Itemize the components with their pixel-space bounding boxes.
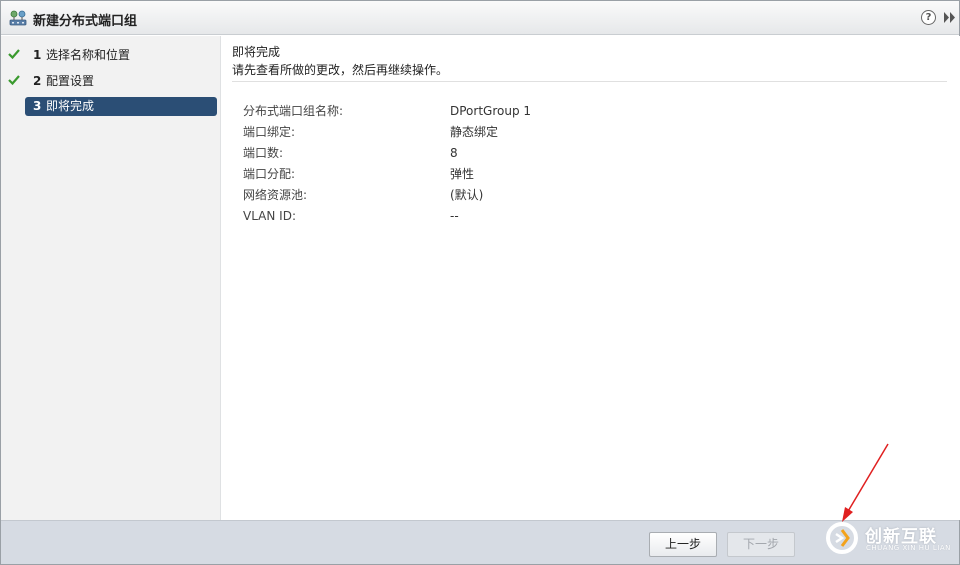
title-bar: 新建分布式端口组 ? (1, 1, 959, 35)
summary-row: 端口分配: 弹性 (243, 164, 843, 184)
wizard-steps-sidebar: 1 选择名称和位置 2 配置设置 3 即将完成 (1, 36, 221, 520)
step-label: 配置设置 (46, 74, 95, 88)
page-subtitle: 请先查看所做的更改，然后再继续操作。 (232, 63, 449, 77)
annotation-arrow-icon (842, 443, 889, 522)
watermark-logo: 创新互联 CHUANG XIN HU LIAN (823, 517, 959, 559)
summary-row: 分布式端口组名称: DPortGroup 1 (243, 101, 843, 121)
summary-value: 弹性 (450, 167, 475, 181)
window-title: 新建分布式端口组 (33, 14, 138, 29)
summary-row: 网络资源池: (默认) (243, 185, 843, 205)
check-icon (8, 75, 20, 86)
summary-key: 端口分配: (243, 167, 296, 181)
wizard-window: 新建分布式端口组 ? 1 选择名称和位置 2 配置设置 3 即将完成 即将完成 … (0, 0, 960, 565)
page-title: 即将完成 (232, 45, 281, 59)
summary-key: 端口绑定: (243, 125, 296, 139)
step-label: 即将完成 (46, 99, 95, 113)
summary-key: VLAN ID: (243, 209, 296, 223)
summary-row: 端口数: 8 (243, 143, 843, 163)
distributed-switch-icon (9, 10, 27, 26)
back-button[interactable]: 上一步 (649, 532, 717, 557)
summary-key: 网络资源池: (243, 188, 308, 202)
help-icon[interactable]: ? (921, 10, 936, 25)
summary-key: 端口数: (243, 146, 284, 160)
summary-row: VLAN ID: -- (243, 206, 843, 226)
watermark-subtext: CHUANG XIN HU LIAN (866, 544, 951, 552)
check-icon (8, 49, 20, 60)
summary-value: 8 (450, 146, 458, 160)
summary-value: -- (450, 209, 459, 223)
step-label: 选择名称和位置 (46, 48, 131, 62)
step-1-select-name-location[interactable]: 1 选择名称和位置 (25, 46, 217, 65)
wizard-footer: 上一步 下一步 (1, 520, 959, 564)
summary-value: 静态绑定 (450, 125, 499, 139)
next-button[interactable]: 下一步 (727, 532, 795, 557)
summary-value: DPortGroup 1 (450, 104, 532, 118)
divider (232, 81, 947, 82)
step-3-ready-to-complete[interactable]: 3 即将完成 (25, 97, 217, 116)
step-2-configure-settings[interactable]: 2 配置设置 (25, 72, 217, 91)
step-number: 1 (33, 48, 42, 62)
brand-logo-icon (826, 522, 858, 554)
summary-row: 端口绑定: 静态绑定 (243, 122, 843, 142)
summary-value: (默认) (450, 188, 484, 202)
summary-key: 分布式端口组名称: (243, 104, 344, 118)
double-chevron-right-icon[interactable] (943, 10, 957, 25)
step-number: 3 (33, 99, 42, 113)
step-number: 2 (33, 74, 42, 88)
